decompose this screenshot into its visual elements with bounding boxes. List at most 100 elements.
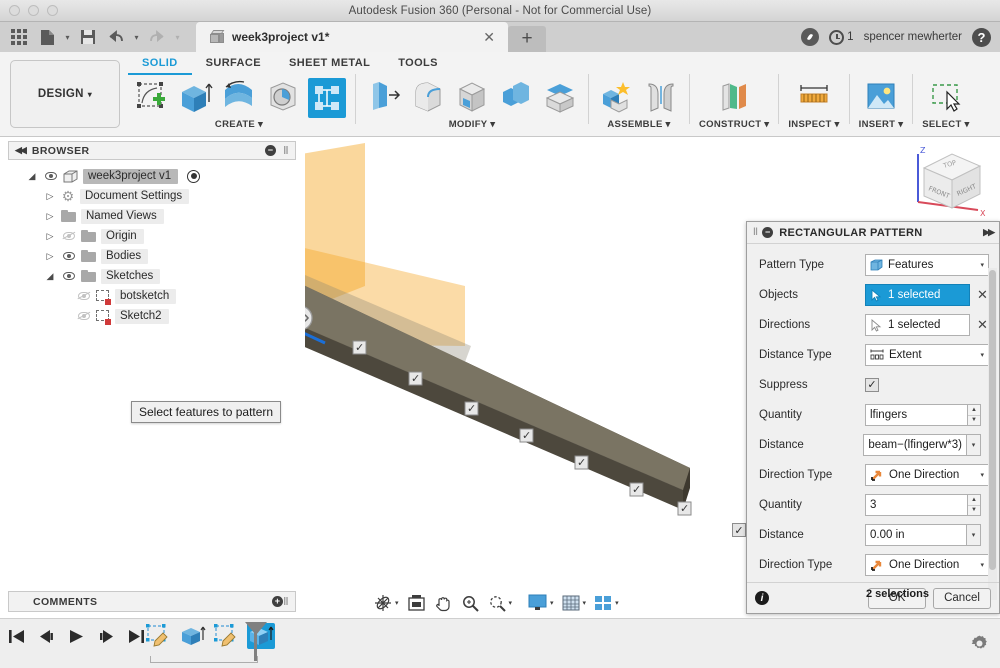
job-status-icon[interactable] (829, 29, 845, 45)
quantity-1-stepper[interactable]: ▲ ▼ (968, 404, 981, 426)
collapse-panel-icon[interactable]: ◀◀ (15, 145, 27, 156)
workspace-switcher[interactable]: DESIGN ▾ (10, 60, 120, 128)
group-label-select[interactable]: SELECT ▾ (922, 119, 969, 130)
timeline-feature-sketch[interactable] (145, 623, 173, 649)
rectangular-pattern-icon[interactable] (308, 78, 346, 118)
panel-grip-icon[interactable]: ‖ (283, 145, 289, 157)
visibility-icon[interactable] (76, 309, 91, 323)
add-comment-icon[interactable]: + (272, 596, 284, 607)
tab-solid[interactable]: SOLID (128, 54, 192, 75)
orbit-tool[interactable]: ▾ (370, 593, 402, 613)
expand-icon[interactable]: ▷ (44, 191, 56, 202)
distance-1-input[interactable]: beam−(lfingerw*3) (863, 434, 967, 456)
visibility-icon[interactable] (61, 269, 76, 283)
split-face-icon[interactable] (541, 78, 579, 118)
undo-icon[interactable] (103, 24, 129, 50)
direction-type-2-select[interactable]: One Direction ▾ (865, 554, 989, 576)
visibility-icon[interactable] (76, 289, 91, 303)
group-label-insert[interactable]: INSERT ▾ (859, 119, 904, 130)
redo-caret-icon[interactable]: ▾ (172, 33, 183, 42)
insert-image-icon[interactable] (862, 78, 900, 118)
shell-icon[interactable] (453, 78, 491, 118)
dialog-grip-icon[interactable]: ‖ (753, 227, 758, 238)
tab-surface[interactable]: SURFACE (192, 54, 275, 75)
chevron-down-icon[interactable]: ▾ (980, 561, 984, 569)
document-tab[interactable]: week3project v1* ✕ (196, 22, 508, 52)
extrude-icon[interactable] (176, 78, 214, 118)
revolve-icon[interactable] (220, 78, 258, 118)
chevron-down-icon[interactable]: ▾ (980, 261, 984, 269)
rectangular-pattern-dialog[interactable]: ‖ − RECTANGULAR PATTERN ▶▶ Pattern Type … (746, 221, 1000, 614)
tree-node-sketches[interactable]: ◢ Sketches (8, 266, 298, 286)
minimize-icon[interactable]: − (265, 145, 277, 156)
zoom-tool[interactable] (458, 594, 483, 613)
grid-snaps-tool[interactable]: ▾ (559, 595, 590, 612)
undo-caret-icon[interactable]: ▾ (131, 33, 142, 42)
select-window-icon[interactable] (927, 78, 965, 118)
distance-2-input[interactable]: 0.00 in (865, 524, 967, 546)
tree-node-document-settings[interactable]: ▷ ⚙ Document Settings (8, 186, 298, 206)
group-label-construct[interactable]: CONSTRUCT ▾ (699, 119, 769, 130)
quantity-1-input[interactable]: lfingers (865, 404, 968, 426)
new-component-icon[interactable] (598, 78, 636, 118)
chevron-down-icon[interactable]: ▾ (967, 524, 981, 546)
expand-icon[interactable]: ▷ (44, 211, 56, 222)
viewcube[interactable]: Z X TOP FRONT RIGHT (906, 140, 992, 224)
tab-tools[interactable]: TOOLS (384, 54, 452, 75)
minimize-icon[interactable]: − (762, 227, 774, 238)
tree-node-origin[interactable]: ▷ Origin (8, 226, 298, 246)
joint-icon[interactable] (642, 78, 680, 118)
new-document-icon[interactable] (34, 24, 60, 50)
expand-icon[interactable]: ▶▶ (983, 227, 995, 238)
expand-icon[interactable]: ▷ (44, 251, 56, 262)
play-icon[interactable] (68, 629, 85, 645)
group-label-create[interactable]: CREATE ▾ (215, 119, 263, 130)
press-pull-icon[interactable] (365, 78, 403, 118)
tab-sheet-metal[interactable]: SHEET METAL (275, 54, 384, 75)
sweep-icon[interactable] (264, 78, 302, 118)
group-label-modify[interactable]: MODIFY ▾ (449, 119, 496, 130)
pattern-type-select[interactable]: Features ▾ (865, 254, 989, 276)
chevron-down-icon[interactable]: ▾ (395, 599, 399, 607)
timeline-feature-sketch2[interactable] (213, 623, 241, 649)
create-sketch-icon[interactable] (132, 78, 170, 118)
tree-node-bodies[interactable]: ▷ Bodies (8, 246, 298, 266)
visibility-icon[interactable] (43, 169, 58, 183)
comments-panel-header[interactable]: COMMENTS + ‖ (8, 591, 296, 612)
quantity-2-stepper[interactable]: ▲ ▼ (968, 494, 981, 516)
canvas-distance-checkbox[interactable]: ✓ (732, 523, 746, 537)
combine-icon[interactable] (497, 78, 535, 118)
help-icon[interactable]: ? (972, 27, 991, 47)
close-icon[interactable]: ✕ (478, 29, 500, 46)
activate-component-icon[interactable] (187, 169, 201, 183)
chevron-down-icon[interactable]: ▾ (583, 599, 587, 607)
expand-icon[interactable]: ◢ (26, 171, 38, 182)
measure-icon[interactable] (795, 78, 833, 118)
step-forward-icon[interactable] (98, 629, 115, 645)
tree-node-sketch2[interactable]: Sketch2 (8, 306, 298, 326)
go-to-end-icon[interactable] (128, 629, 145, 645)
fillet-icon[interactable] (409, 78, 447, 118)
chevron-down-icon[interactable]: ▾ (509, 599, 513, 607)
dialog-scrollbar[interactable] (988, 268, 997, 600)
tree-node-week3project[interactable]: ◢ week3project v1 (8, 166, 298, 186)
go-to-beginning-icon[interactable] (8, 629, 25, 645)
visibility-icon[interactable] (61, 249, 76, 263)
chevron-down-icon[interactable]: ▾ (980, 471, 984, 479)
step-back-icon[interactable] (38, 629, 55, 645)
chevron-down-icon[interactable]: ▾ (550, 599, 554, 607)
save-icon[interactable] (75, 24, 101, 50)
visibility-icon[interactable] (61, 229, 76, 243)
new-tab-button[interactable]: + (508, 26, 546, 52)
data-panel-icon[interactable] (801, 28, 820, 46)
timeline-playhead-stem[interactable] (254, 623, 257, 661)
quantity-2-input[interactable]: 3 (865, 494, 968, 516)
viewports-tool[interactable]: ▾ (591, 595, 622, 612)
suppress-checkbox[interactable]: ✓ (865, 378, 879, 392)
expand-icon[interactable]: ▷ (44, 231, 56, 242)
chevron-down-icon[interactable]: ▾ (967, 434, 981, 456)
panel-grip-icon[interactable]: ‖ (283, 596, 289, 608)
info-icon[interactable]: i (755, 591, 769, 605)
new-document-caret-icon[interactable]: ▾ (62, 33, 73, 42)
distance-type-select[interactable]: Extent ▾ (865, 344, 989, 366)
